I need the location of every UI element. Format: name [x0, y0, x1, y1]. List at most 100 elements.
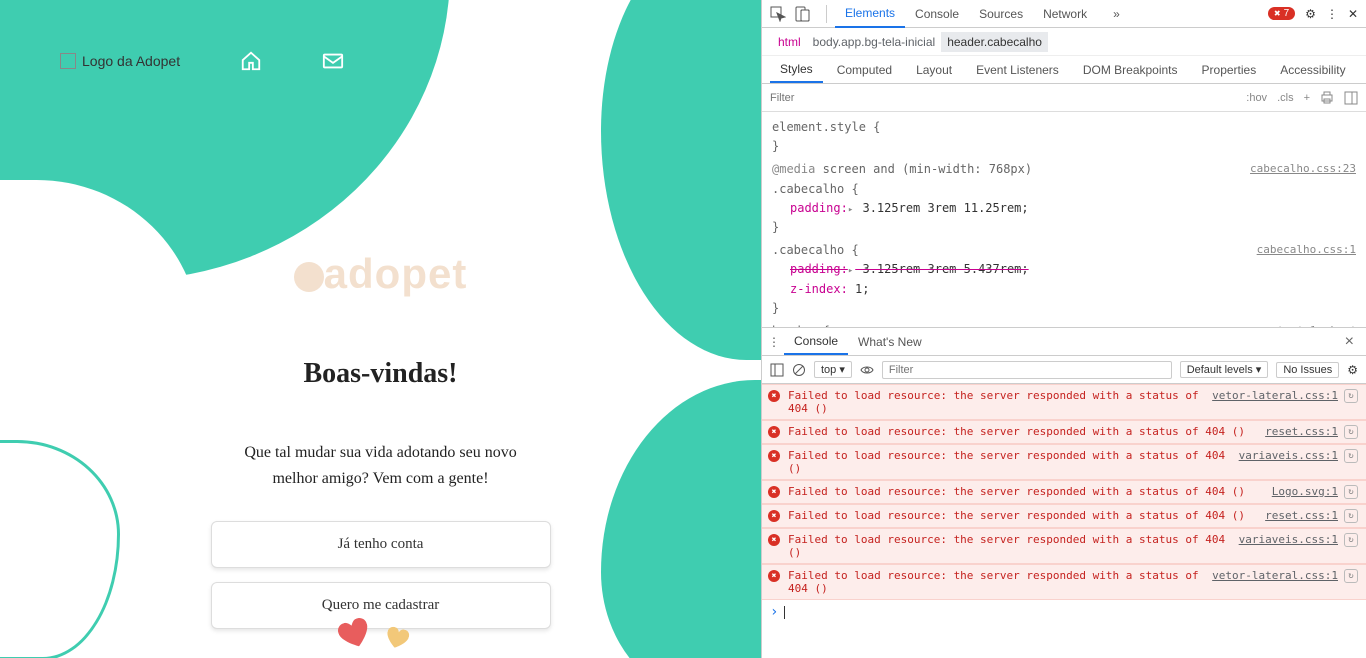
main-content: adopet Boas-vindas! Que tal mudar sua vi…	[0, 250, 761, 643]
mail-icon[interactable]	[322, 50, 344, 72]
console-clear-icon[interactable]	[792, 363, 806, 377]
styles-pane[interactable]: element.style { } cabecalho.css:23 @medi…	[762, 112, 1366, 328]
error-message: Failed to load resource: the server resp…	[788, 485, 1272, 499]
settings-gear-icon[interactable]: ⚙	[1305, 7, 1316, 21]
subtab-computed[interactable]: Computed	[827, 58, 902, 82]
logo-broken-image: Logo da Adopet	[60, 53, 180, 69]
tabs-more-icon[interactable]: »	[1103, 1, 1130, 27]
console-toolbar: top ▾ Default levels ▾ No Issues ⚙	[762, 356, 1366, 384]
console-error-row[interactable]: Failed to load resource: the server resp…	[762, 444, 1366, 480]
hearts-decoration	[340, 620, 408, 655]
separator	[826, 5, 827, 23]
console-sidebar-icon[interactable]	[770, 363, 784, 377]
console-error-row[interactable]: Failed to load resource: the server resp…	[762, 528, 1366, 564]
console-prompt[interactable]	[762, 600, 1366, 624]
error-source-link[interactable]: Logo.svg:1	[1272, 485, 1338, 499]
console-context-selector[interactable]: top ▾	[814, 361, 852, 378]
refresh-icon[interactable]: ↻	[1344, 569, 1358, 583]
error-message: Failed to load resource: the server resp…	[788, 533, 1239, 559]
subtab-properties[interactable]: Properties	[1192, 58, 1267, 82]
tab-console[interactable]: Console	[905, 1, 969, 27]
subtab-listeners[interactable]: Event Listeners	[966, 58, 1069, 82]
refresh-icon[interactable]: ↻	[1344, 389, 1358, 403]
refresh-icon[interactable]: ↻	[1344, 533, 1358, 547]
panel-layout-icon[interactable]	[1344, 91, 1358, 105]
refresh-icon[interactable]: ↻	[1344, 425, 1358, 439]
rule-source-link[interactable]: cabecalho.css:23	[1250, 160, 1356, 178]
rule2-selector: .cabecalho {	[772, 243, 859, 257]
error-message: Failed to load resource: the server resp…	[788, 389, 1212, 415]
brace-close: }	[772, 301, 779, 315]
error-message: Failed to load resource: the server resp…	[788, 425, 1265, 439]
home-icon[interactable]	[240, 50, 262, 72]
rule2-prop-padding[interactable]: padding:▸ 3.125rem 3rem 5.437rem;	[790, 262, 1029, 276]
drawer-tab-console[interactable]: Console	[784, 329, 848, 355]
refresh-icon[interactable]: ↻	[1344, 485, 1358, 499]
breadcrumb-body[interactable]: body.app.bg-tela-inicial	[807, 32, 942, 52]
drawer-close-icon[interactable]: ×	[1345, 333, 1354, 351]
styles-filter-input[interactable]	[770, 92, 1236, 104]
tab-elements[interactable]: Elements	[835, 0, 905, 28]
styles-filter-row: :hov .cls +	[762, 84, 1366, 112]
devtools-panel: Elements Console Sources Network » 7 ⚙ ⋮…	[761, 0, 1366, 658]
error-source-link[interactable]: reset.css:1	[1265, 425, 1338, 439]
console-body[interactable]: Failed to load resource: the server resp…	[762, 384, 1366, 628]
drawer-tab-whatsnew[interactable]: What's New	[848, 330, 932, 354]
error-source-link[interactable]: reset.css:1	[1265, 509, 1338, 523]
subtitle-line2: melhor amigo? Vem com a gente!	[272, 470, 488, 487]
error-source-link[interactable]: vetor-lateral.css:1	[1212, 569, 1338, 595]
dom-breadcrumb: html body.app.bg-tela-inicial header.cab…	[762, 28, 1366, 56]
rule-cabecalho[interactable]: cabecalho.css:1 .cabecalho { padding:▸ 3…	[772, 241, 1356, 318]
console-no-issues[interactable]: No Issues	[1276, 362, 1339, 378]
subtab-styles[interactable]: Styles	[770, 57, 823, 83]
subtab-layout[interactable]: Layout	[906, 58, 962, 82]
close-devtools-icon[interactable]: ✕	[1348, 7, 1358, 21]
filter-cls[interactable]: .cls	[1277, 92, 1294, 104]
rule2-prop-zindex[interactable]: z-index: 1;	[790, 282, 869, 296]
app-header: Logo da Adopet	[0, 0, 761, 122]
subtab-dom-breakpoints[interactable]: DOM Breakpoints	[1073, 58, 1188, 82]
kebab-menu-icon[interactable]: ⋮	[1326, 7, 1338, 21]
print-icon[interactable]	[1320, 91, 1334, 105]
refresh-icon[interactable]: ↻	[1344, 449, 1358, 463]
brace-close: }	[772, 220, 779, 234]
error-source-link[interactable]: variaveis.css:1	[1239, 449, 1338, 475]
error-count-badge[interactable]: 7	[1268, 7, 1295, 20]
refresh-icon[interactable]: ↻	[1344, 509, 1358, 523]
console-error-row[interactable]: Failed to load resource: the server resp…	[762, 384, 1366, 420]
filter-hov[interactable]: :hov	[1246, 92, 1267, 104]
drawer-menu-icon[interactable]: ⋮	[768, 335, 784, 349]
subtab-accessibility[interactable]: Accessibility	[1270, 58, 1355, 82]
console-filter-input[interactable]	[882, 361, 1172, 379]
tab-network[interactable]: Network	[1033, 1, 1097, 27]
error-source-link[interactable]: variaveis.css:1	[1239, 533, 1338, 559]
subtitle-text: Que tal mudar sua vida adotando seu novo…	[244, 440, 516, 491]
error-source-link[interactable]: vetor-lateral.css:1	[1212, 389, 1338, 415]
styles-subtabs: Styles Computed Layout Event Listeners D…	[762, 56, 1366, 84]
console-eye-icon[interactable]	[860, 363, 874, 377]
heart-yellow-icon	[384, 626, 411, 653]
drawer-tabs: ⋮ Console What's New ×	[762, 328, 1366, 356]
new-rule-icon[interactable]: +	[1304, 92, 1310, 104]
console-settings-gear-icon[interactable]: ⚙	[1347, 363, 1358, 377]
console-error-row[interactable]: Failed to load resource: the server resp…	[762, 504, 1366, 528]
breadcrumb-html[interactable]: html	[772, 32, 807, 52]
console-levels-selector[interactable]: Default levels ▾	[1180, 361, 1269, 378]
breadcrumb-header[interactable]: header.cabecalho	[941, 32, 1048, 52]
brand-logo-text: adopet	[294, 250, 468, 298]
console-error-row[interactable]: Failed to load resource: the server resp…	[762, 420, 1366, 444]
rule-media-cabecalho[interactable]: cabecalho.css:23 @media @media screen an…	[772, 160, 1356, 237]
login-button[interactable]: Já tenho conta	[211, 521, 551, 568]
media-query: @media @media screen and (min-width: 768…	[772, 162, 1032, 176]
rule-element-style[interactable]: element.style { }	[772, 118, 1356, 156]
console-error-row[interactable]: Failed to load resource: the server resp…	[762, 564, 1366, 600]
element-style-selector: element.style {	[772, 120, 880, 134]
tab-sources[interactable]: Sources	[969, 1, 1033, 27]
paw-icon	[294, 262, 324, 292]
rule-source-link[interactable]: cabecalho.css:1	[1257, 241, 1356, 259]
device-toggle-icon[interactable]	[794, 6, 810, 22]
inspect-icon[interactable]	[770, 6, 786, 22]
console-error-row[interactable]: Failed to load resource: the server resp…	[762, 480, 1366, 504]
rule1-prop[interactable]: padding:▸ 3.125rem 3rem 11.25rem;	[790, 201, 1029, 215]
error-message: Failed to load resource: the server resp…	[788, 449, 1239, 475]
